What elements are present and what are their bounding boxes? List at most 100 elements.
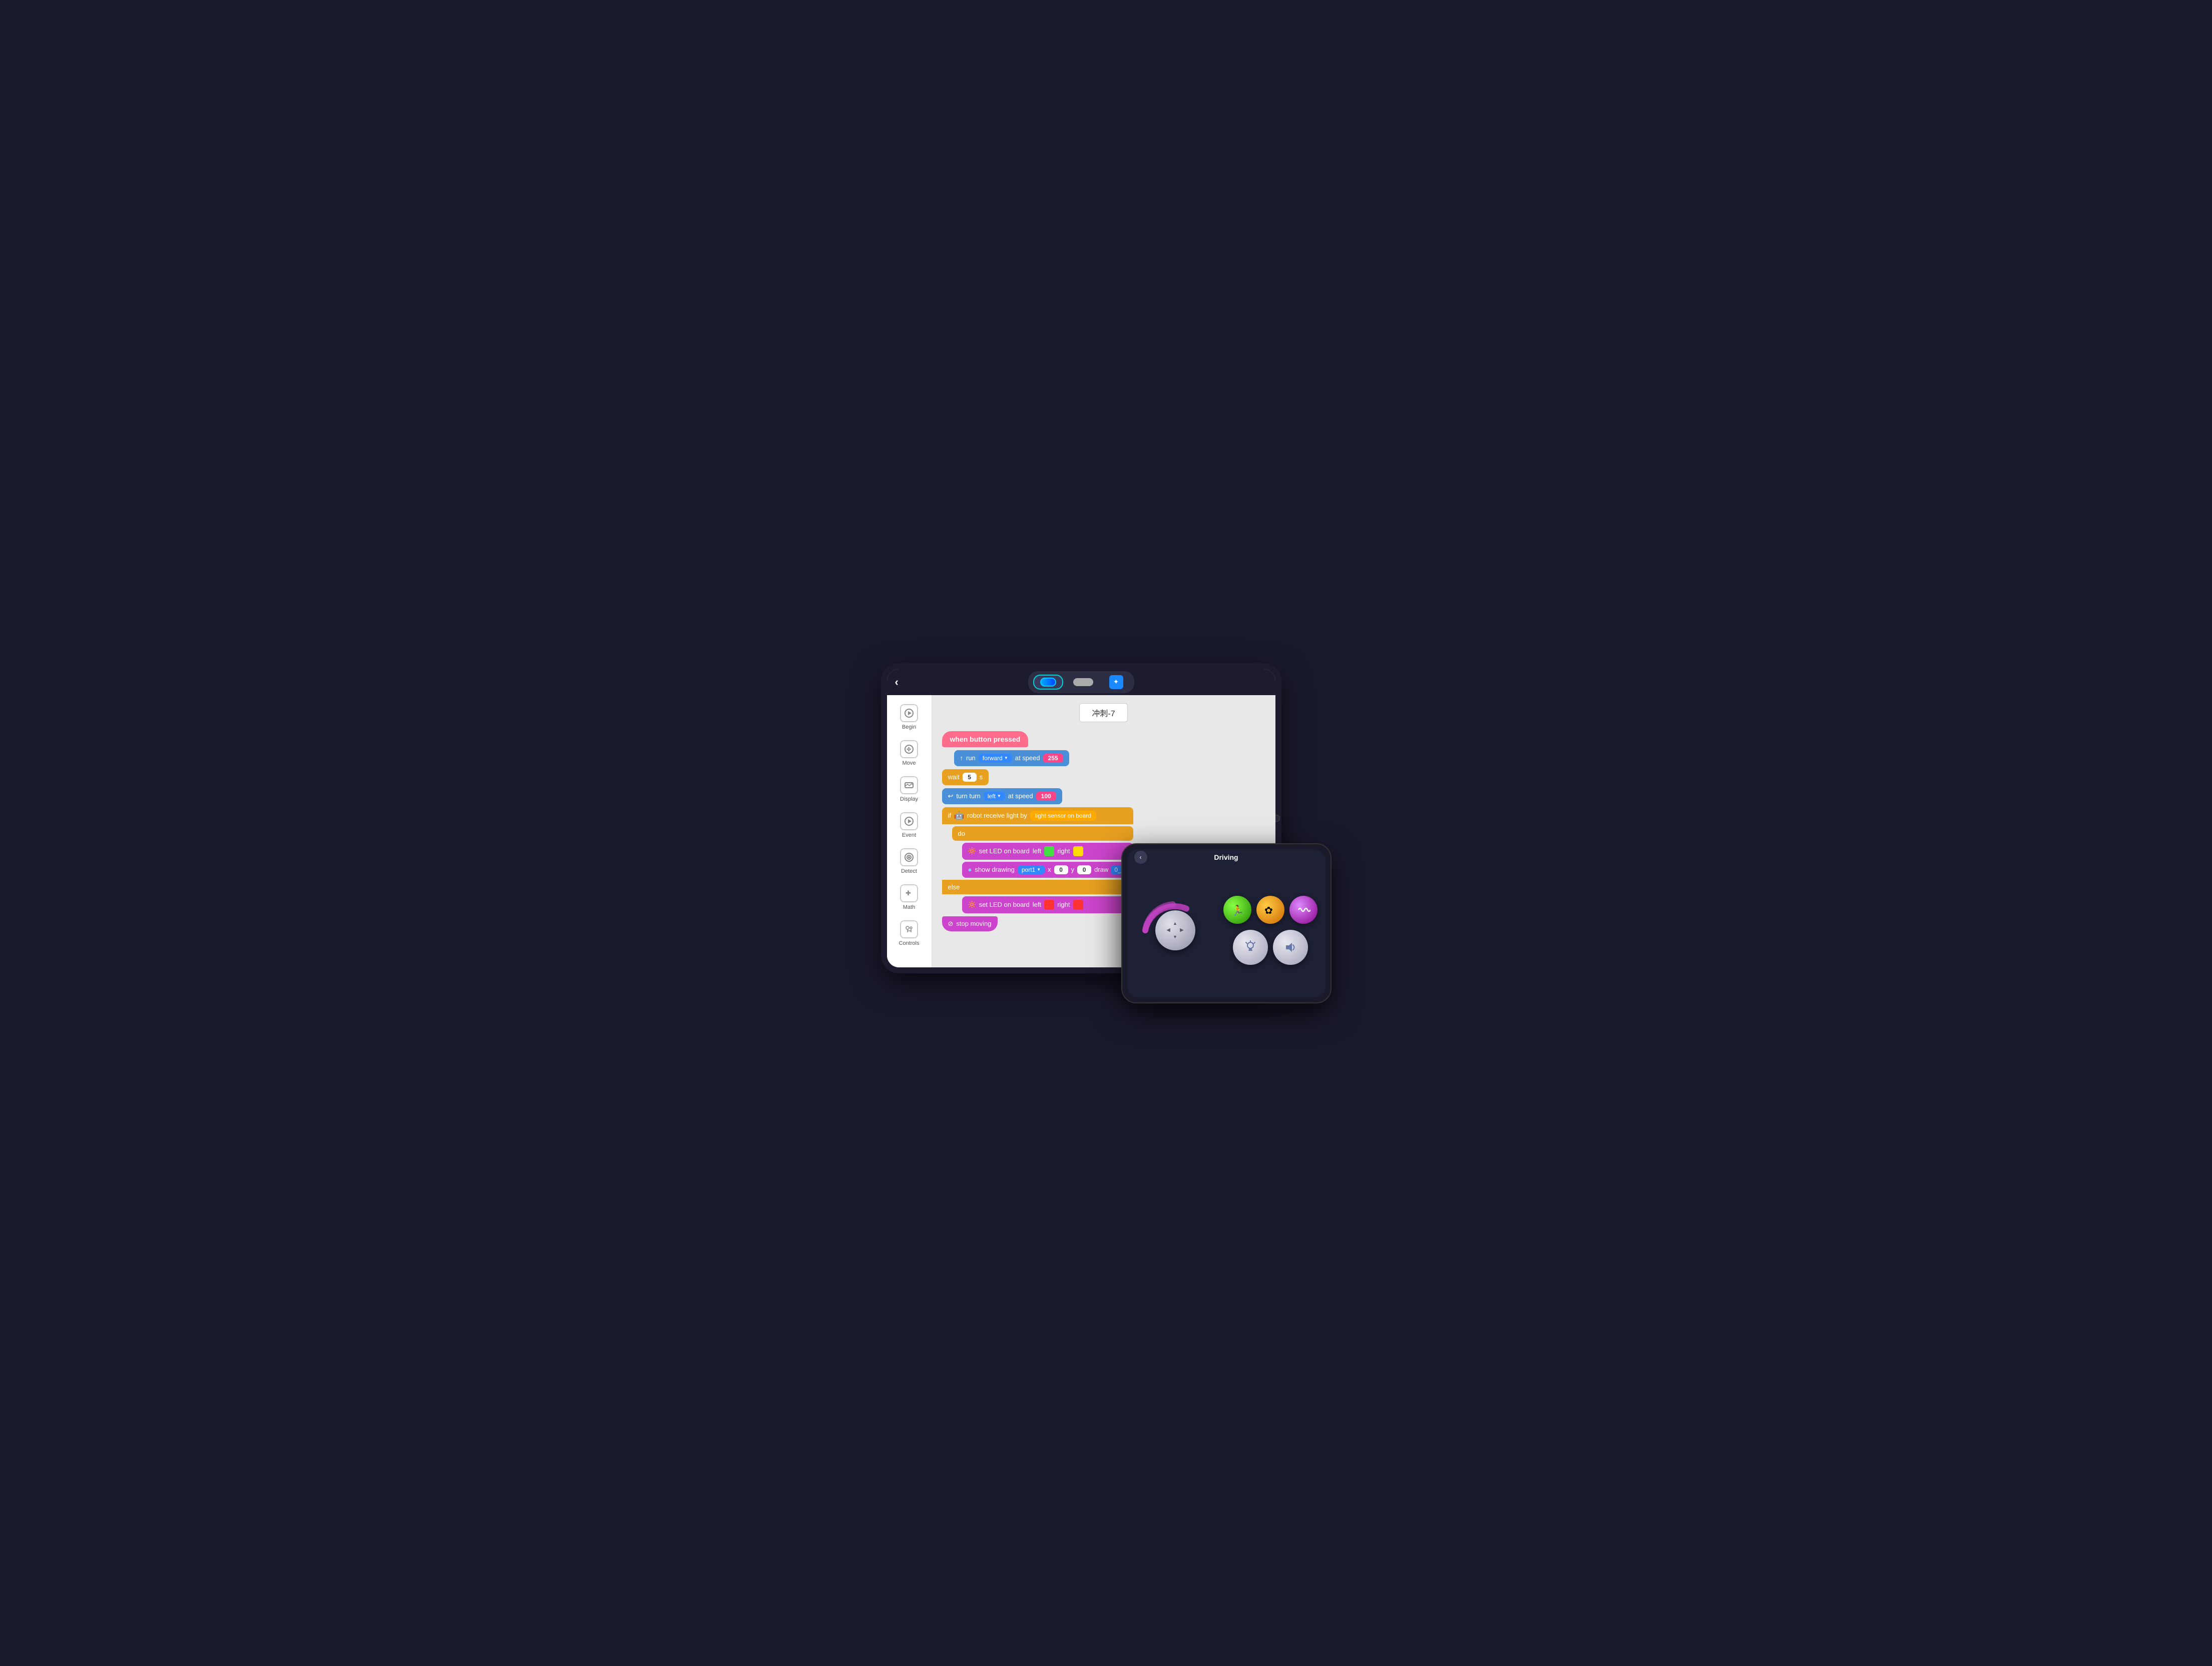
trigger-label: when button pressed (950, 735, 1021, 743)
detect-icon (900, 848, 918, 866)
phone-title: Driving (1214, 853, 1238, 861)
tab-bar (1028, 671, 1134, 693)
display-icon (900, 776, 918, 794)
sidebar-item-begin[interactable]: Begin (889, 700, 929, 734)
stop-icon: ⊘ (948, 920, 954, 928)
j-topright (1178, 920, 1185, 927)
block-do: do (952, 826, 1134, 841)
block-wait[interactable]: wait 5 s (942, 769, 989, 785)
condition-icon: 🤖 (954, 811, 964, 821)
block-led-else[interactable]: 🔆 set LED on board left right (962, 896, 1134, 913)
right-label: right (1057, 847, 1070, 855)
arrow-up-icon: ↑ (960, 754, 964, 762)
project-title[interactable]: 冲刺-7 (1079, 703, 1127, 722)
wave-icon-button[interactable] (1289, 896, 1317, 924)
phone-screen: ‹ Driving ▲ (1127, 849, 1325, 997)
sidebar-item-controls[interactable]: Controls (889, 916, 929, 950)
svg-text:✿: ✿ (1264, 905, 1273, 916)
phone-back-button[interactable]: ‹ (1134, 851, 1147, 864)
led-left-color-green[interactable] (1044, 846, 1054, 856)
turn-val[interactable]: 100 (1036, 792, 1056, 801)
turn-dir-dropdown[interactable]: left (984, 792, 1005, 801)
led-left-color-red[interactable] (1044, 900, 1054, 910)
port-dropdown[interactable]: port1 (1018, 865, 1045, 874)
led-else-icon: 🔆 (968, 901, 976, 909)
svg-text:🏃: 🏃 (1231, 904, 1244, 916)
j-down: ▼ (1172, 933, 1178, 940)
show-label: show drawing (975, 866, 1015, 873)
speed-value[interactable]: 255 (1043, 754, 1063, 763)
sidebar-label-move: Move (903, 760, 916, 766)
sidebar-item-math[interactable]: ✚ Math (889, 880, 929, 914)
light-icon-button[interactable] (1233, 930, 1268, 965)
sidebar-item-detect[interactable]: Detect (889, 844, 929, 878)
begin-icon (900, 704, 918, 722)
turn-speed-label: at speed (1008, 792, 1033, 800)
joystick-base[interactable]: ▲ ◀ ▶ ▼ (1155, 910, 1195, 950)
tab-controller[interactable] (1103, 673, 1129, 691)
block-turn[interactable]: ↩ turn turn left at speed 100 (942, 788, 1062, 804)
scene: ‹ (881, 663, 1332, 1003)
forward-dropdown[interactable]: forward (979, 754, 1012, 763)
led-right-color-yellow[interactable] (1073, 846, 1083, 856)
j-center (1172, 927, 1178, 933)
j-topleft (1165, 920, 1172, 927)
x-val[interactable]: 0 (1054, 865, 1068, 874)
phone-top-icons: 🏃 ✿ (1223, 896, 1317, 924)
block-run[interactable]: ↑ run forward at speed 255 (954, 750, 1069, 766)
set-led2-label: set LED on board (979, 901, 1030, 908)
left-label: left (1033, 847, 1041, 855)
block-else: else (942, 880, 1134, 894)
sidebar-label-display: Display (900, 796, 918, 802)
left2-label: left (1033, 901, 1041, 908)
set-led-label: set LED on board (979, 847, 1030, 855)
block-led-do[interactable]: 🔆 set LED on board left right (962, 843, 1134, 860)
run-icon-button[interactable]: 🏃 (1223, 896, 1251, 924)
y-val[interactable]: 0 (1077, 865, 1091, 874)
phone: ‹ Driving ▲ (1121, 843, 1332, 1003)
turn-label: turn turn (956, 792, 980, 800)
tab-blocks[interactable] (1033, 675, 1063, 690)
block-show-drawing[interactable]: ● show drawing port1 x 0 y 0 draw 0_0 (962, 862, 1134, 878)
tab-slider[interactable] (1067, 676, 1099, 688)
j-botright (1178, 933, 1185, 940)
sidebar-label-math: Math (903, 904, 915, 910)
j-left: ◀ (1165, 927, 1172, 933)
move-icon: ✤ (900, 740, 918, 758)
block-stop[interactable]: ⊘ stop moving (942, 916, 998, 931)
svg-text:✤: ✤ (907, 747, 911, 753)
turn-arrow-icon: ↩ (948, 792, 954, 800)
right2-label: right (1057, 901, 1070, 908)
sidebar-item-display[interactable]: Display (889, 772, 929, 806)
math-icon: ✚ (900, 884, 918, 902)
sidebar-item-event[interactable]: Event (889, 808, 929, 842)
show-icon: ● (968, 866, 972, 873)
joystick-area[interactable]: ▲ ◀ ▶ ▼ (1135, 890, 1215, 970)
run-label: run (966, 754, 976, 762)
block-trigger[interactable]: when button pressed (942, 731, 1029, 747)
j-right: ▶ (1178, 927, 1185, 933)
back-button[interactable]: ‹ (895, 676, 899, 689)
phone-bottom-icons (1223, 930, 1317, 965)
led-right-color-red[interactable] (1073, 900, 1083, 910)
stop-label: stop moving (956, 920, 991, 927)
j-botleft (1165, 933, 1172, 940)
sidebar-label-begin: Begin (902, 724, 916, 730)
sound-icon-button[interactable] (1273, 930, 1308, 965)
wait-value[interactable]: 5 (963, 773, 977, 782)
block-if[interactable]: if 🤖 robot receive light by light sensor… (942, 807, 1134, 824)
sidebar: Begin ✤ Move Display (887, 695, 932, 967)
do-label: do (958, 830, 965, 837)
controls-icon (900, 920, 918, 938)
draw-label: draw (1094, 866, 1108, 873)
tablet-topbar: ‹ (887, 669, 1275, 695)
sidebar-item-move[interactable]: ✤ Move (889, 736, 929, 770)
else-label: else (948, 883, 960, 891)
flower-icon-button[interactable]: ✿ (1256, 896, 1284, 924)
led-icon: 🔆 (968, 847, 976, 855)
if-label: if (948, 812, 952, 819)
phone-content: ▲ ◀ ▶ ▼ (1127, 863, 1325, 997)
robot-label: robot receive light by (967, 812, 1027, 819)
sensor-box[interactable]: light sensor on board (1030, 811, 1096, 821)
slider-icon (1073, 678, 1093, 686)
